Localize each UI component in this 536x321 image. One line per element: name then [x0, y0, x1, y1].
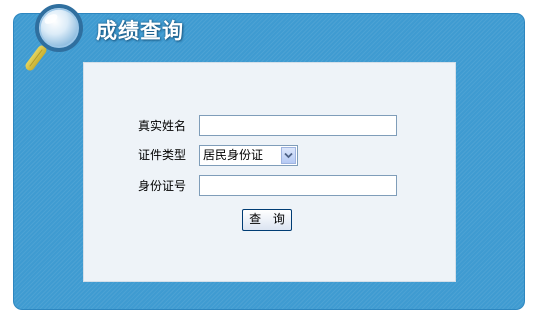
id-number-input[interactable] — [199, 175, 397, 196]
page-title: 成绩查询 — [96, 19, 184, 43]
id-type-select[interactable]: 居民身份证 — [199, 145, 298, 166]
id-type-selected-value: 居民身份证 — [203, 148, 264, 162]
dropdown-button[interactable] — [281, 147, 296, 164]
id-type-label: 证件类型 — [138, 148, 187, 162]
id-number-label: 身份证号 — [138, 179, 187, 193]
query-button[interactable]: 查 询 — [242, 209, 292, 231]
chevron-down-icon — [284, 152, 293, 159]
name-input[interactable] — [199, 115, 397, 136]
name-label: 真实姓名 — [138, 119, 187, 133]
form-panel — [83, 62, 456, 282]
